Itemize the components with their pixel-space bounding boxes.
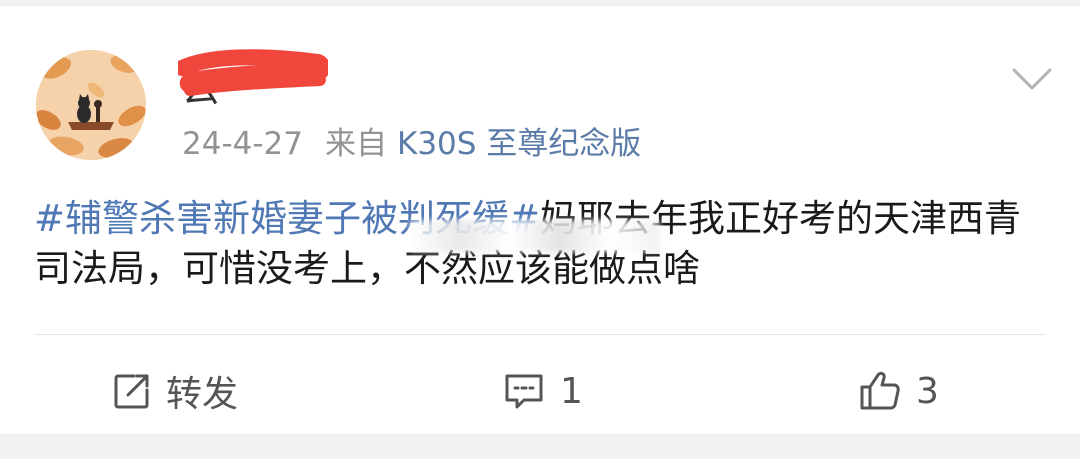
post-meta: 24-4-27 来自 K30S 至尊纪念版 — [182, 124, 641, 164]
like-icon — [860, 371, 900, 410]
repost-icon — [114, 374, 149, 409]
comment-count: 1 — [560, 370, 583, 412]
chevron-down-icon[interactable] — [1008, 62, 1056, 94]
weibo-post-card: 云 24-4-27 来自 K30S 至尊纪念版 #辅警杀害新婚妻子被判死缓#妈耶去年… — [0, 6, 1080, 434]
blur-artifact — [410, 220, 660, 252]
repost-button[interactable]: 转发 — [112, 368, 239, 415]
like-count: 3 — [916, 370, 939, 412]
repost-label: 转发 — [166, 374, 239, 415]
comment-icon — [505, 374, 543, 409]
comment-button[interactable]: 1 — [502, 368, 583, 414]
post-date: 24-4-27 — [182, 126, 303, 162]
feed-gap — [0, 434, 1080, 459]
username-redaction — [178, 49, 328, 96]
device-link[interactable]: K30S 至尊纪念版 — [397, 126, 641, 162]
avatar-illustration — [36, 50, 146, 160]
avatar[interactable] — [36, 50, 146, 160]
source-label: 来自 — [325, 126, 387, 162]
divider — [34, 334, 1046, 335]
like-button[interactable]: 3 — [858, 368, 939, 414]
